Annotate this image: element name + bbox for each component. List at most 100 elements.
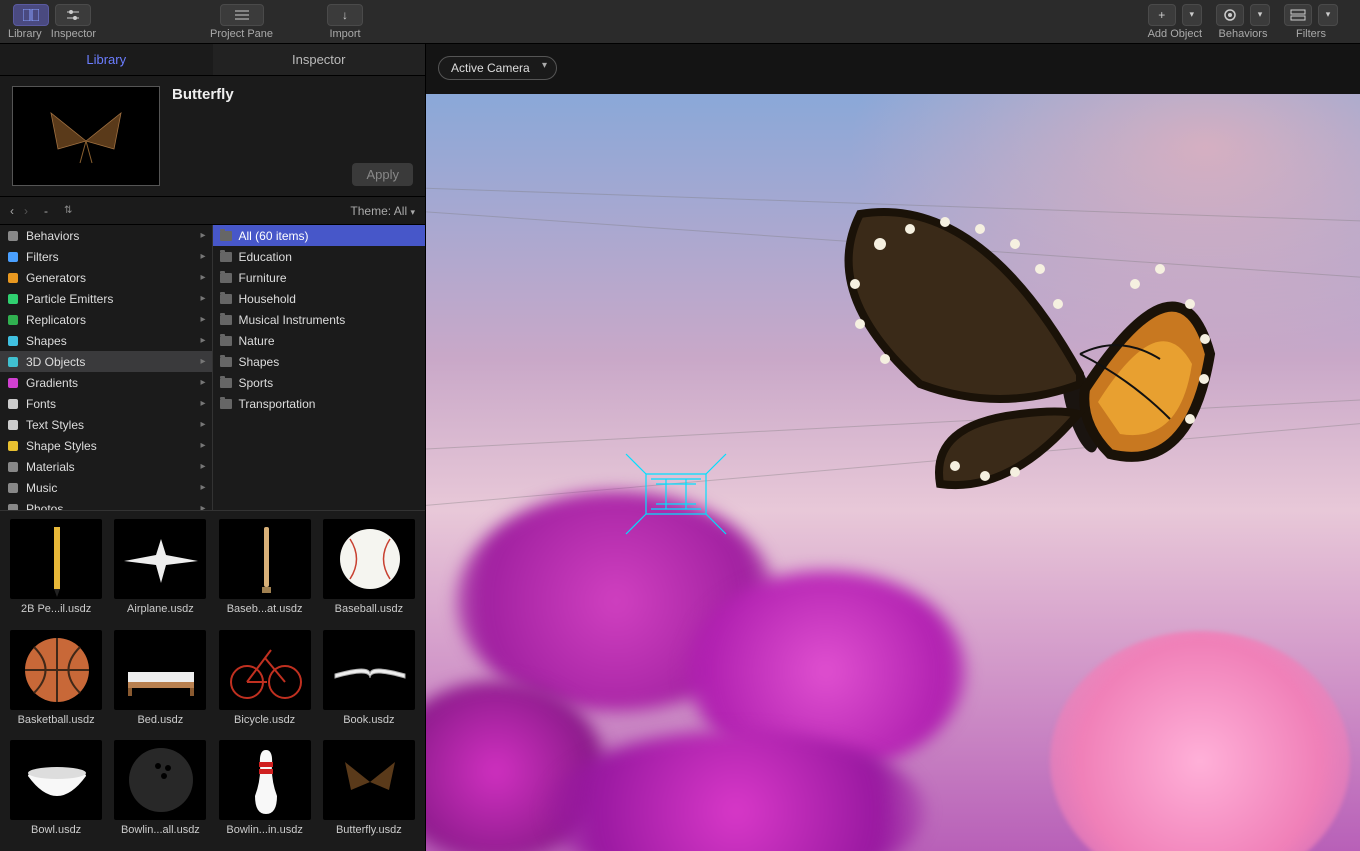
thumb-airplane[interactable]: Airplane.usdz — [112, 519, 208, 622]
shapestyle-icon — [6, 439, 20, 453]
thumb-book[interactable]: Book.usdz — [321, 630, 417, 733]
toolbar-library-inspector-group: Library Inspector — [8, 4, 96, 40]
chevron-right-icon: ▸ — [200, 461, 205, 472]
thumb-butterfly[interactable]: Butterfly.usdz — [321, 740, 417, 843]
category-column-left[interactable]: Behaviors▸Filters▸ Generators ▸ Particle Em… — [0, 225, 213, 510]
nav-forward-button[interactable]: › — [24, 204, 28, 218]
subcategory-label: All (60 items) — [239, 229, 309, 243]
category-text-styles[interactable]: Text Styles▸ — [0, 414, 212, 435]
thumb-label: Baseball.usdz — [335, 603, 404, 615]
pencil-icon — [10, 519, 102, 599]
category-filters[interactable]: Filters▸ — [0, 246, 212, 267]
thumb-label: Book.usdz — [343, 714, 394, 726]
subcategory-all-60-items-[interactable]: All (60 items) — [213, 225, 426, 246]
bowl-icon — [10, 740, 102, 820]
preview-row: Butterfly Apply — [0, 76, 425, 197]
inspector-toolbar-button[interactable] — [55, 4, 91, 26]
filter-icon — [6, 250, 20, 264]
add-object-button[interactable]: + — [1148, 4, 1176, 26]
category-materials[interactable]: Materials▸ — [0, 456, 212, 477]
subcategory-sports[interactable]: Sports — [213, 372, 426, 393]
project-pane-button[interactable] — [220, 4, 264, 26]
camera-gizmo-icon[interactable] — [616, 434, 736, 554]
viewport[interactable] — [426, 94, 1360, 851]
category-gradients[interactable]: Gradients▸ — [0, 372, 212, 393]
add-object-dropdown[interactable]: ▾ — [1182, 4, 1202, 26]
thumb-image — [323, 630, 415, 710]
thumb-pin[interactable]: Bowlin...in.usdz — [217, 740, 313, 843]
import-group: ↓ Import — [327, 4, 363, 40]
subcategory-furniture[interactable]: Furniture — [213, 267, 426, 288]
camera-select[interactable]: Active Camera — [438, 56, 557, 80]
toolbar-library-label: Library — [8, 28, 42, 40]
path-stepper-icon[interactable]: ⇅ — [64, 205, 72, 216]
chevron-right-icon: ▸ — [200, 482, 205, 493]
main-toolbar: Library Inspector Project Pane ↓ Import … — [0, 0, 1360, 44]
sidebar-tabbar: Library Inspector — [0, 44, 425, 76]
thumb-basketball[interactable]: Basketball.usdz — [8, 630, 104, 733]
thumb-bed[interactable]: Bed.usdz — [112, 630, 208, 733]
category-label: Generators — [26, 271, 86, 285]
preview-title: Butterfly — [172, 86, 413, 103]
behaviors-label: Behaviors — [1219, 28, 1268, 40]
basketball-icon — [10, 630, 102, 710]
bed-icon — [114, 630, 206, 710]
theme-selector[interactable]: Theme: All ▾ — [350, 204, 415, 218]
apply-button[interactable]: Apply — [352, 163, 413, 186]
category-3d-objects[interactable]: 3D Objects▸ — [0, 351, 212, 372]
thumb-label: Baseb...at.usdz — [227, 603, 303, 615]
chevron-right-icon: ▸ — [200, 314, 205, 325]
library-toolbar-button[interactable] — [13, 4, 49, 26]
subcategory-education[interactable]: Education — [213, 246, 426, 267]
thumb-label: 2B Pe...il.usdz — [21, 603, 91, 615]
category-fonts[interactable]: Fonts▸ — [0, 393, 212, 414]
thumb-label: Bowlin...in.usdz — [226, 824, 302, 836]
filters-dropdown[interactable]: ▾ — [1318, 4, 1338, 26]
subcategory-label: Transportation — [239, 397, 316, 411]
category-column-right[interactable]: All (60 items) EducationFurniture Househol… — [213, 225, 426, 510]
nav-back-button[interactable]: ‹ — [10, 204, 14, 218]
category-shape-styles[interactable]: Shape Styles▸ — [0, 435, 212, 456]
folder-icon — [219, 334, 233, 348]
behaviors-button[interactable] — [1216, 4, 1244, 26]
thumb-image — [114, 740, 206, 820]
tab-library[interactable]: Library — [0, 44, 213, 75]
thumbnail-grid[interactable]: 2B Pe...il.usdz Airplane.usdz Baseb...at.u… — [0, 511, 425, 851]
category-label: Gradients — [26, 376, 78, 390]
import-button[interactable]: ↓ — [327, 4, 363, 26]
thumb-label: Bed.usdz — [137, 714, 183, 726]
tab-inspector[interactable]: Inspector — [213, 44, 426, 75]
chevron-right-icon: ▸ — [200, 419, 205, 430]
category-behaviors[interactable]: Behaviors▸ — [0, 225, 212, 246]
thumb-bicycle[interactable]: Bicycle.usdz — [217, 630, 313, 733]
category-replicators[interactable]: Replicators▸ — [0, 309, 212, 330]
behaviors-dropdown[interactable]: ▾ — [1250, 4, 1270, 26]
category-shapes[interactable]: Shapes▸ — [0, 330, 212, 351]
category-music[interactable]: Music▸ — [0, 477, 212, 498]
thumb-bowlingball[interactable]: Bowlin...all.usdz — [112, 740, 208, 843]
category-photos[interactable]: Photos▸ — [0, 498, 212, 510]
category-label: Shapes — [26, 334, 67, 348]
thumb-baseball[interactable]: Baseball.usdz — [321, 519, 417, 622]
category-generators[interactable]: Generators ▸ — [0, 267, 212, 288]
preview-thumbnail[interactable] — [12, 86, 160, 186]
chevron-right-icon: ▸ — [200, 251, 205, 262]
thumb-image — [219, 519, 311, 599]
filters-button[interactable] — [1284, 4, 1312, 26]
thumb-bat[interactable]: Baseb...at.usdz — [217, 519, 313, 622]
subcategory-household[interactable]: Household — [213, 288, 426, 309]
chevron-right-icon: ▸ — [200, 272, 205, 283]
subcategory-nature[interactable]: Nature — [213, 330, 426, 351]
subcategory-transportation[interactable]: Transportation — [213, 393, 426, 414]
subcategory-label: Household — [239, 292, 296, 306]
category-particle-emitters[interactable]: Particle Emitters▸ — [0, 288, 212, 309]
subcategory-shapes[interactable]: Shapes — [213, 351, 426, 372]
folder-icon — [219, 397, 233, 411]
baseball-icon — [323, 519, 415, 599]
thumb-image — [10, 519, 102, 599]
category-label: 3D Objects — [26, 355, 85, 369]
thumb-bowl[interactable]: Bowl.usdz — [8, 740, 104, 843]
subcategory-musical-instruments[interactable]: Musical Instruments — [213, 309, 426, 330]
butterfly-3d-object[interactable] — [780, 154, 1220, 534]
thumb-pencil[interactable]: 2B Pe...il.usdz — [8, 519, 104, 622]
